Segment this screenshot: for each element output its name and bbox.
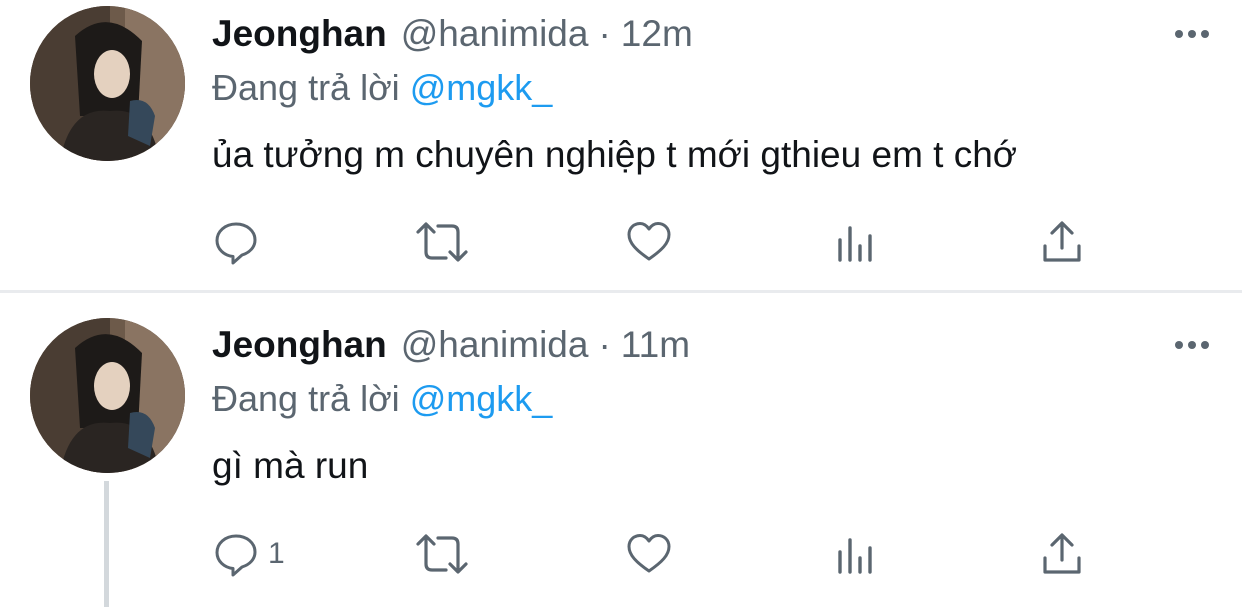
user-handle[interactable]: @hanimida — [401, 323, 589, 367]
more-options-button[interactable] — [1172, 24, 1212, 44]
share-icon — [1043, 221, 1081, 262]
replying-to-label: Đang trả lời — [212, 378, 400, 419]
avatar-image — [30, 318, 185, 473]
views-button[interactable] — [832, 214, 880, 270]
tweet-header: Jeonghan @hanimida · 11m — [212, 323, 690, 367]
tweet-actions: 1 — [0, 526, 1242, 582]
timestamp[interactable]: 12m — [621, 12, 693, 56]
reply-button[interactable] — [212, 214, 268, 270]
tweet[interactable]: Jeonghan @hanimida · 11m Đang trả lời @m… — [0, 293, 1242, 607]
tweet-text: ủa tưởng m chuyên nghiệp t mới gthieu em… — [212, 134, 1018, 175]
replying-to: Đang trả lời @mgkk_ — [212, 377, 552, 421]
share-icon — [1043, 533, 1081, 574]
like-button[interactable] — [625, 214, 673, 270]
tweet-actions — [0, 214, 1242, 270]
comment-icon — [215, 534, 257, 577]
share-button[interactable] — [1038, 526, 1086, 582]
separator: · — [598, 324, 611, 365]
analytics-icon — [838, 226, 872, 262]
mention-link[interactable]: @mgkk_ — [410, 67, 553, 108]
retweet-icon — [416, 222, 468, 262]
heart-icon — [627, 534, 671, 573]
more-options-button[interactable] — [1172, 335, 1212, 355]
avatar-image — [30, 6, 185, 161]
separator: · — [598, 13, 611, 54]
mention-link[interactable]: @mgkk_ — [410, 378, 553, 419]
share-button[interactable] — [1038, 214, 1086, 270]
avatar[interactable] — [30, 6, 185, 161]
replying-to: Đang trả lời @mgkk_ — [212, 66, 552, 110]
reply-button[interactable]: 1 — [212, 526, 285, 582]
tweet-header: Jeonghan @hanimida · 12m — [212, 12, 693, 56]
tweet-text: gì mà run — [212, 445, 369, 486]
display-name[interactable]: Jeonghan — [212, 12, 387, 56]
views-button[interactable] — [832, 526, 880, 582]
retweet-button[interactable] — [412, 526, 472, 582]
replying-to-label: Đang trả lời — [212, 67, 400, 108]
like-button[interactable] — [625, 526, 673, 582]
tweet[interactable]: Jeonghan @hanimida · 12m Đang trả lời @m… — [0, 0, 1242, 291]
reply-count: 1 — [268, 537, 285, 570]
comment-icon — [215, 222, 257, 265]
more-horizontal-icon — [1175, 341, 1209, 349]
retweet-button[interactable] — [412, 214, 472, 270]
user-handle[interactable]: @hanimida — [401, 12, 589, 56]
timestamp[interactable]: 11m — [621, 323, 690, 367]
tweet-feed: Jeonghan @hanimida · 12m Đang trả lời @m… — [0, 0, 1242, 607]
display-name[interactable]: Jeonghan — [212, 323, 387, 367]
retweet-icon — [416, 534, 468, 574]
more-horizontal-icon — [1175, 30, 1209, 38]
analytics-icon — [838, 538, 872, 574]
avatar[interactable] — [30, 318, 185, 473]
heart-icon — [627, 222, 671, 261]
